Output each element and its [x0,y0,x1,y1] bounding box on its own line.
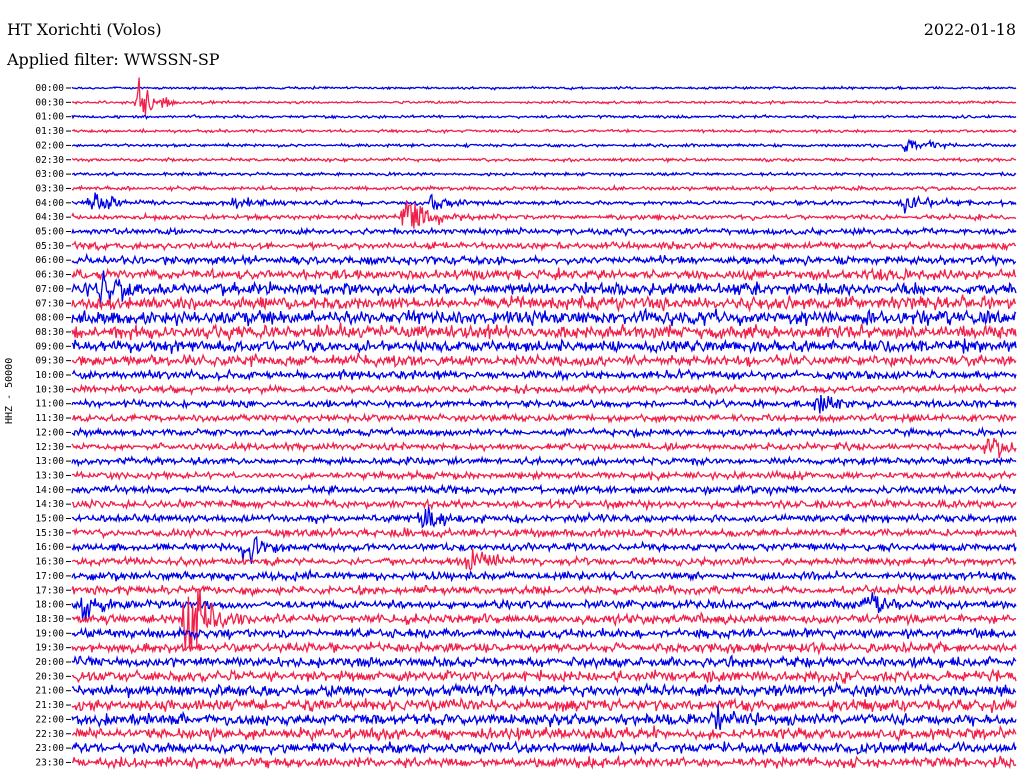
trace-line [71,680,1017,699]
time-tick-label: 00:00 [35,83,64,94]
time-tick-label: 05:30 [35,241,64,252]
trace-line [71,654,1017,670]
trace-line [71,640,1017,656]
trace-line [71,239,1017,252]
trace-line [71,506,1017,529]
time-tick-label: 11:30 [35,413,64,424]
time-tick-label: 23:30 [35,757,64,768]
time-tick-label: 07:00 [35,284,64,295]
time-tick-label: 15:30 [35,528,64,539]
trace-line [71,740,1017,757]
time-tick-label: 02:00 [35,140,64,151]
trace-line [71,568,1017,583]
time-tick-label: 16:30 [35,557,64,568]
trace-line [71,138,1017,152]
time-tick-label: 22:30 [35,729,64,740]
trace-line [71,170,1017,178]
trace-line [71,226,1017,238]
trace-line [71,127,1017,135]
time-tick-label: 14:30 [35,499,64,510]
trace-line [71,382,1017,397]
time-tick-labels: 00:00 00:30 01:00 01:30 02:00 02:30 03:00 03:30… [35,83,71,768]
trace-line [71,294,1017,313]
time-tick-label: 20:30 [35,671,64,682]
trace-line [71,394,1017,414]
time-tick-label: 21:30 [35,700,64,711]
trace-line [71,548,1017,571]
trace-line [71,252,1017,268]
time-tick-label: 05:00 [35,227,64,238]
trace-line [71,192,1017,214]
trace-line [71,367,1017,383]
time-tick-label: 14:00 [35,485,64,496]
trace-line [71,483,1017,498]
time-tick-label: 03:00 [35,169,64,180]
time-tick-label: 10:00 [35,370,64,381]
time-tick-label: 19:00 [35,628,64,639]
trace-line [71,338,1017,355]
trace-line [71,77,1017,115]
time-tick-label: 09:00 [35,341,64,352]
time-tick-label: 04:00 [35,198,64,209]
trace-line [71,156,1017,164]
time-tick-label: 17:30 [35,585,64,596]
time-tick-label: 13:30 [35,470,64,481]
time-tick-label: 11:00 [35,399,64,410]
trace-line [71,200,1016,229]
trace-line [71,497,1017,512]
time-tick-label: 01:00 [35,112,64,123]
trace-line [71,455,1017,468]
trace-line [72,754,1017,770]
time-tick-label: 08:30 [35,327,64,338]
time-tick-label: 04:30 [35,212,64,223]
trace-line [71,697,1017,714]
time-tick-label: 07:30 [35,298,64,309]
trace-line [71,307,1017,327]
trace-line [71,667,1017,685]
time-tick-label: 12:00 [35,427,64,438]
seismic-traces [71,77,1017,770]
time-tick-label: 12:30 [35,442,64,453]
time-tick-label: 17:00 [35,571,64,582]
trace-line [71,437,1017,459]
time-tick-label: 19:30 [35,643,64,654]
time-tick-label: 08:00 [35,313,64,324]
trace-line [71,183,1017,193]
time-tick-label: 23:00 [35,743,64,754]
time-tick-label: 09:30 [35,356,64,367]
helicorder-plot: 00:00 00:30 01:00 01:30 02:00 02:30 03:00 03:30… [35,77,1017,770]
trace-line [71,322,1017,342]
trace-line [71,426,1017,439]
trace-line [71,113,1017,121]
trace-line [71,266,1017,282]
time-tick-label: 20:00 [35,657,64,668]
trace-line [71,412,1017,424]
time-tick-label: 18:30 [35,614,64,625]
time-tick-label: 18:00 [35,600,64,611]
trace-line [71,85,1017,91]
time-tick-label: 22:00 [35,714,64,725]
time-tick-label: 06:30 [35,270,64,281]
time-tick-label: 16:00 [35,542,64,553]
time-tick-label: 21:00 [35,686,64,697]
time-tick-label: 01:30 [35,126,64,137]
trace-line [71,583,1017,598]
time-tick-label: 00:30 [35,97,64,108]
time-tick-label: 13:00 [35,456,64,467]
time-tick-label: 02:30 [35,155,64,166]
trace-line [71,352,1017,369]
trace-line [71,724,1017,743]
time-tick-label: 15:00 [35,514,64,525]
time-tick-label: 10:30 [35,384,64,395]
time-tick-label: 03:30 [35,183,64,194]
time-tick-label: 06:00 [35,255,64,266]
trace-line [71,625,1017,641]
trace-line [71,526,1017,540]
trace-line [71,468,1017,482]
